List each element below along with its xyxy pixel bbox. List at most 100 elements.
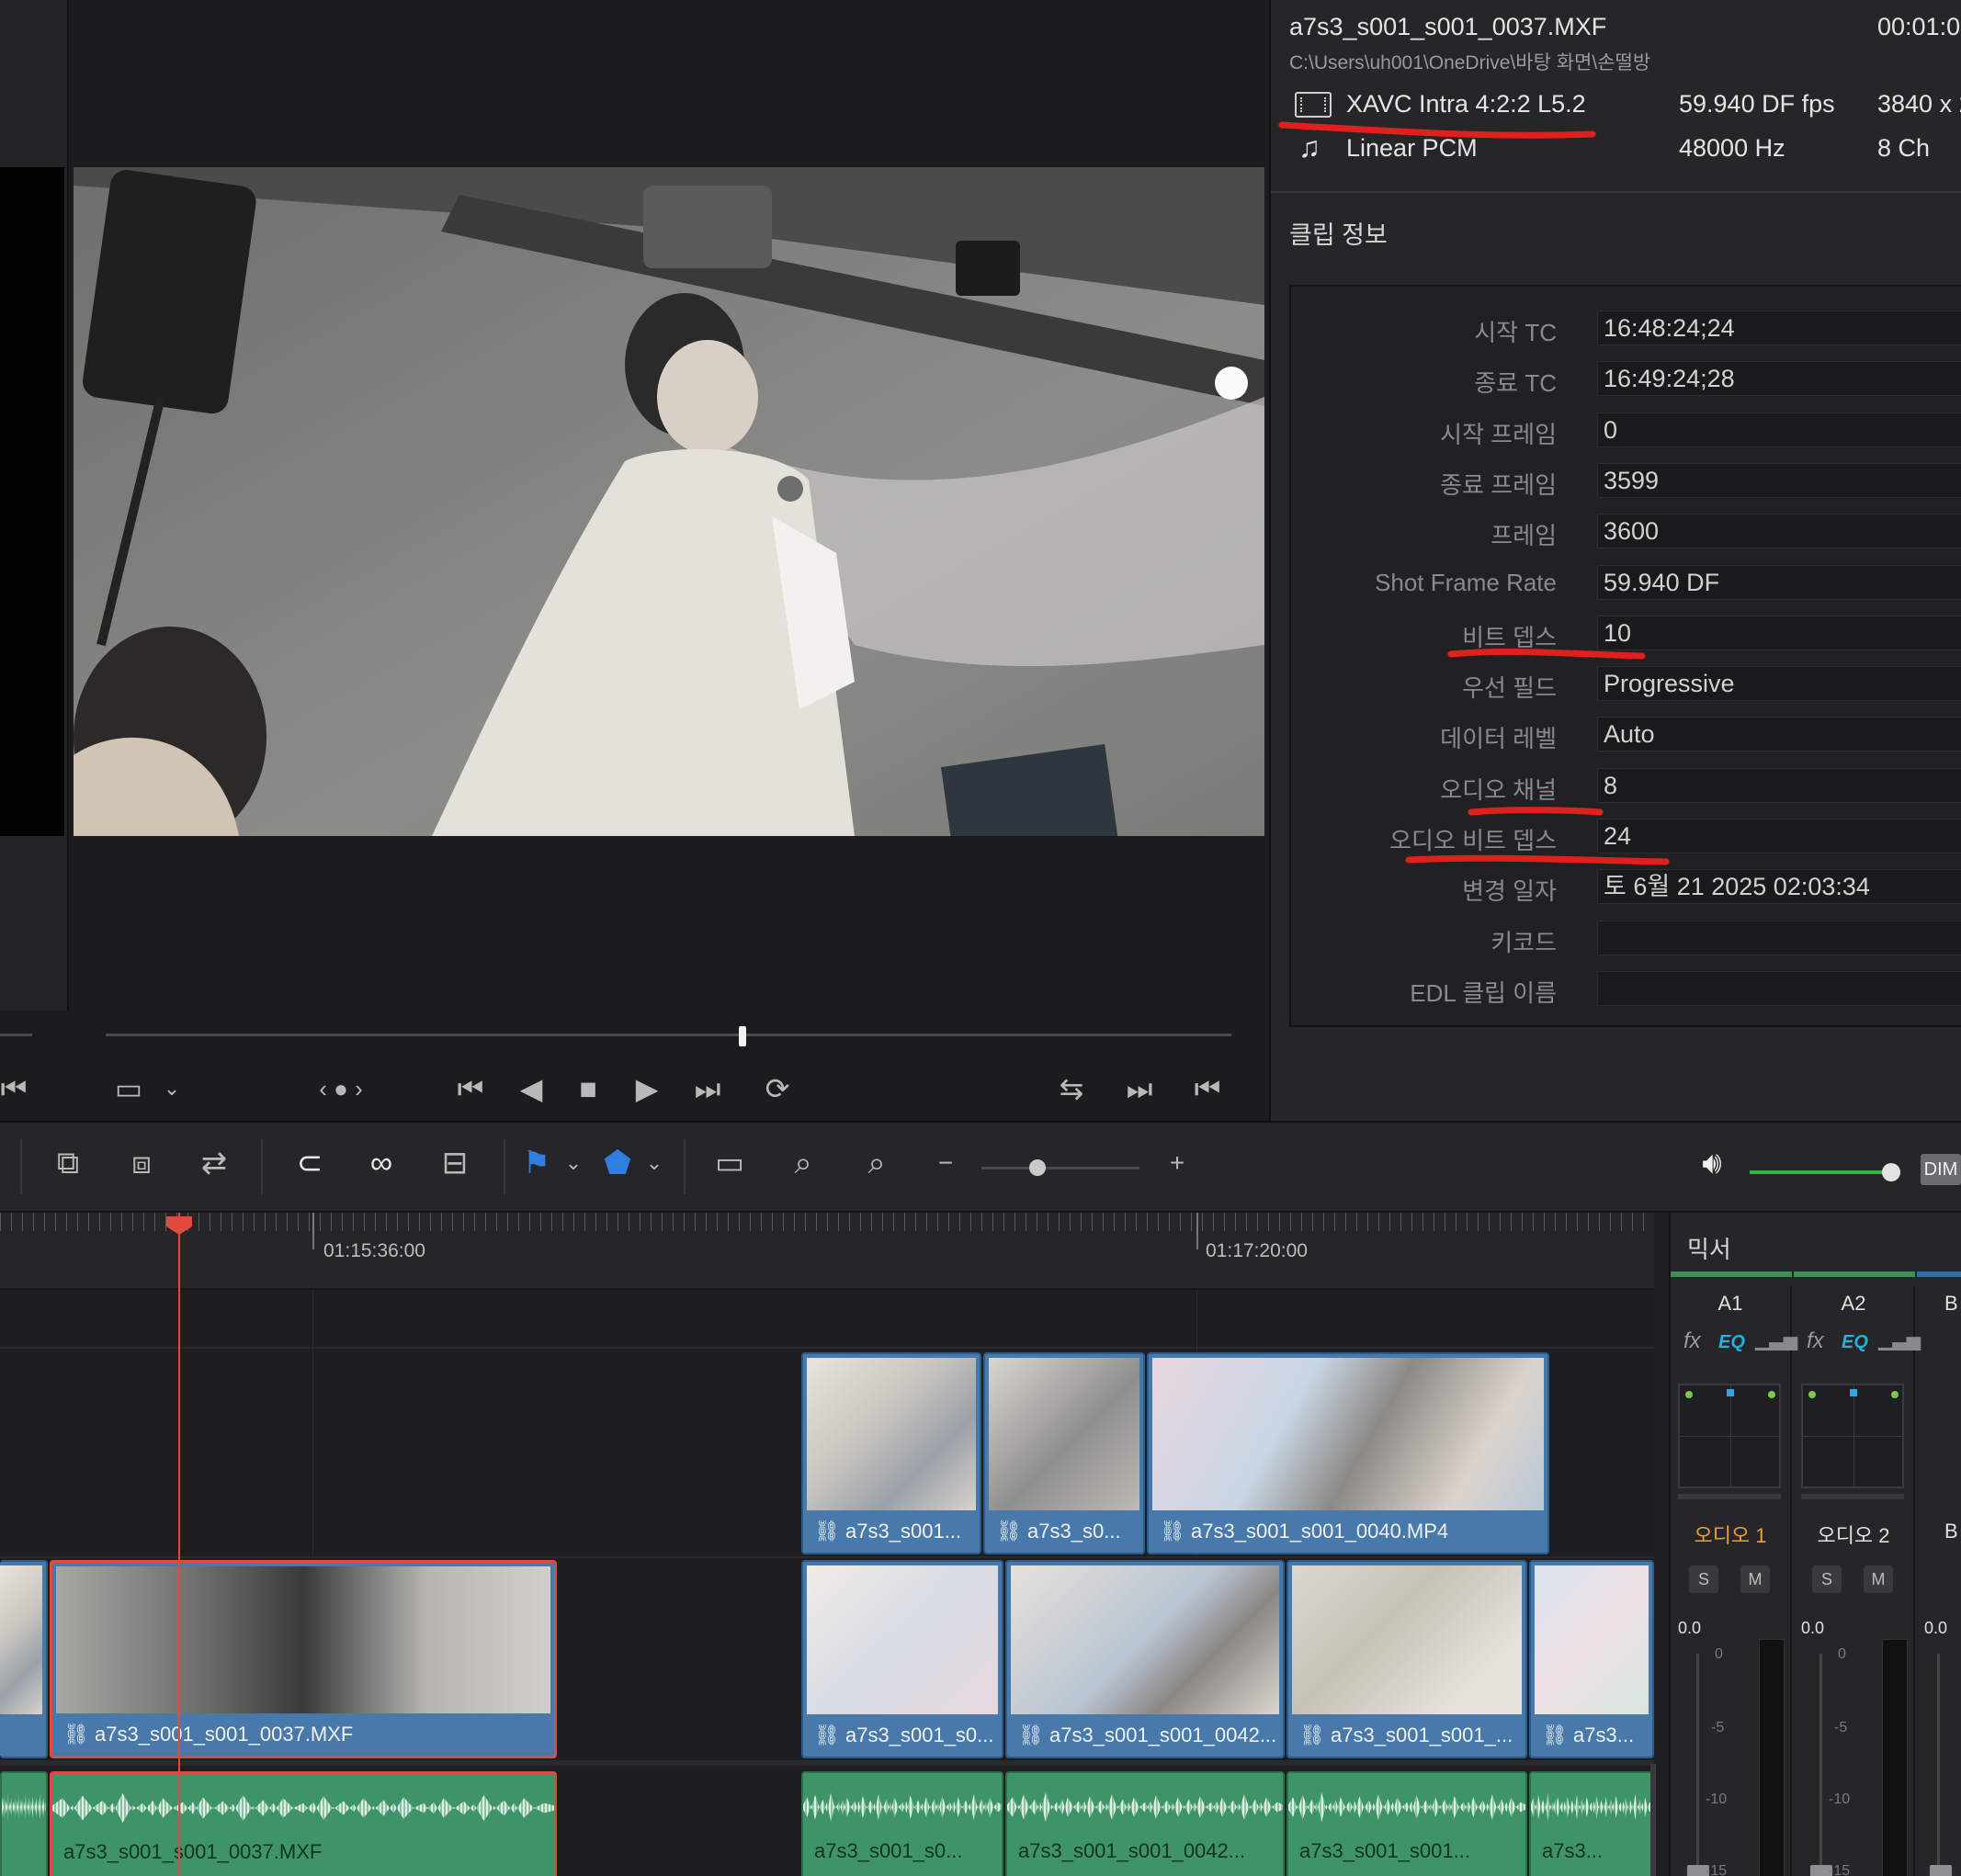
zoom-out-icon[interactable]: − — [930, 1141, 961, 1185]
timeline-clip[interactable]: ⛓︎ a7s3... — [1529, 1560, 1654, 1758]
play-icon[interactable]: ▶ — [630, 1070, 663, 1107]
replace-clip-icon[interactable]: ⇄ — [184, 1141, 244, 1185]
timeline-clip[interactable]: ⛓︎ a7s3_s001_s001_0040.MP4 — [1147, 1352, 1549, 1554]
scrub-handle[interactable] — [739, 1026, 746, 1046]
fx-button[interactable]: fx — [1807, 1328, 1824, 1354]
panner-control[interactable] — [1801, 1384, 1904, 1488]
scrub-bar[interactable] — [106, 1034, 1231, 1036]
timeline-clip[interactable]: ⛓︎ a7s3_s0... — [983, 1352, 1145, 1554]
timeline-panel[interactable]: 01:15:36:00 01:17:20:00 ⛓︎ a7s3_s001... … — [0, 1213, 1656, 1876]
toolbar-divider — [261, 1139, 263, 1194]
solo-button[interactable]: S — [1689, 1565, 1718, 1593]
video-frame-image — [74, 167, 1264, 836]
transform-overlay-icon[interactable]: ▭ — [108, 1070, 149, 1107]
volume-slider[interactable] — [1750, 1170, 1897, 1174]
audio-clip[interactable] — [0, 1771, 48, 1876]
mute-button[interactable]: M — [1864, 1565, 1893, 1593]
level-meter — [1882, 1639, 1908, 1876]
panner-control[interactable] — [1678, 1384, 1781, 1488]
audio-clip-selected[interactable]: a7s3_s001_s001_0037.MXF — [50, 1771, 557, 1876]
zoom-full-icon[interactable]: ▭ — [702, 1141, 757, 1185]
next-edit-icon[interactable]: ⏭ — [1123, 1070, 1156, 1107]
ruler-major-tick — [1196, 1213, 1198, 1249]
match-frame-icon[interactable]: ⇆ — [1049, 1070, 1094, 1107]
chevron-down-icon[interactable]: ⌄ — [158, 1070, 186, 1107]
solo-button[interactable]: S — [1812, 1565, 1842, 1593]
position-lock-icon[interactable]: ⊟ — [430, 1141, 480, 1185]
mixer-channel-colorbar — [1671, 1271, 1961, 1277]
fader-scale-label: -10 — [1706, 1791, 1728, 1807]
timeline-clip-selected[interactable]: ⛓︎ a7s3_s001_s001_0037.MXF — [50, 1560, 557, 1758]
toolbar-divider — [20, 1139, 22, 1194]
volume-handle[interactable] — [1882, 1163, 1900, 1181]
link-icon: ⛓︎ — [996, 1520, 1028, 1543]
audio-clip-name: a7s3_s001_s0... — [814, 1839, 963, 1862]
fader-handle[interactable] — [1930, 1865, 1952, 1876]
overwrite-clip-icon[interactable]: ⧈ — [114, 1141, 169, 1185]
video-preview-frame[interactable] — [74, 167, 1264, 836]
pan-bar — [1678, 1494, 1781, 1499]
loop-icon[interactable]: ⟳ — [755, 1070, 799, 1107]
insert-clip-icon[interactable]: ⧉ — [40, 1141, 96, 1185]
zoom-slider[interactable] — [981, 1167, 1139, 1170]
ruler-major-tick — [312, 1213, 314, 1249]
play-reverse-icon[interactable]: ◀ — [515, 1070, 548, 1107]
channel-level-readout: 0.0 — [1801, 1619, 1825, 1637]
speaker-icon[interactable]: 🔊︎ — [1689, 1141, 1735, 1185]
zoom-in-icon[interactable]: + — [1162, 1141, 1193, 1185]
audio-clip[interactable]: a7s3_s001_s0... — [801, 1771, 1003, 1876]
eq-button[interactable]: EQ — [1718, 1332, 1745, 1353]
clip-name-text: a7s3_s001_s001_0042... — [1049, 1723, 1277, 1746]
channel-name: B — [1944, 1520, 1958, 1543]
timeline-clip[interactable]: ⛓︎ a7s3_s001... — [801, 1352, 981, 1554]
clip-thumbnail — [0, 1565, 42, 1714]
linked-selection-icon[interactable]: ∞ — [357, 1141, 406, 1185]
last-frame-icon[interactable]: ⏭ — [686, 1070, 730, 1107]
dynamics-icon[interactable]: ▁▃▅ — [1878, 1328, 1921, 1351]
link-icon: ⛓︎ — [814, 1723, 846, 1746]
stop-icon[interactable]: ■ — [572, 1070, 605, 1107]
timeline-ruler[interactable]: 01:15:36:00 01:17:20:00 — [0, 1213, 1654, 1290]
fx-button[interactable]: fx — [1683, 1328, 1701, 1354]
audio-clip[interactable]: a7s3... — [1529, 1771, 1654, 1876]
fader-track — [1819, 1654, 1822, 1876]
zoom-detail-icon[interactable]: ⌕ — [776, 1141, 831, 1185]
clip-thumbnail — [807, 1565, 998, 1714]
timeline-clip[interactable]: ⛓︎ a7s3_s001_s0... — [801, 1560, 1003, 1758]
metadata-panel: a7s3_s001_s001_0037.MXF 00:01:00 C:\User… — [1269, 0, 1961, 1121]
audio-clip-name: a7s3_s001_s001_0037.MXF — [63, 1840, 323, 1863]
timeline-clip[interactable]: ⛓︎ a7s3_s001_s001_0042... — [1005, 1560, 1285, 1758]
source-scrub-bar[interactable] — [0, 1034, 32, 1036]
dim-button[interactable]: DIM — [1921, 1154, 1961, 1185]
first-frame-icon[interactable]: ⏮ — [448, 1070, 493, 1107]
chevron-down-icon[interactable]: ⌄ — [641, 1141, 667, 1185]
fader-scale-label: -5 — [1711, 1720, 1725, 1735]
audio-clip-name: a7s3... — [1542, 1839, 1604, 1862]
previous-edit-icon[interactable]: ⏮ — [1191, 1070, 1224, 1107]
clip-name: ⛓︎ a7s3_s001_s001_... — [1299, 1718, 1520, 1753]
volume-fill — [1750, 1170, 1891, 1174]
snapping-icon[interactable]: ⊂ — [285, 1141, 334, 1185]
timeline-scrollbar[interactable] — [1650, 1764, 1656, 1876]
audio-clip[interactable]: a7s3_s001_s001... — [1287, 1771, 1527, 1876]
timeline-clip[interactable]: ⛓︎ a7s3_s001_s001_... — [1287, 1560, 1527, 1758]
mute-button[interactable]: M — [1740, 1565, 1770, 1593]
audio-waveform — [1288, 1791, 1525, 1823]
marker-icon[interactable]: ⬟ — [601, 1141, 634, 1185]
mixer-strip-a1: A1 fx EQ ▁▃▅ 오디오 1 S M 0.0 0 -5 -10 -15 — [1671, 1286, 1797, 1876]
clip-name: ⛓︎ a7s3_s001... — [814, 1514, 974, 1549]
dynamics-icon[interactable]: ▁▃▅ — [1755, 1328, 1797, 1351]
source-jump-icon[interactable]: ⏮ — [0, 1070, 28, 1107]
clip-name-text: a7s3_s001_s001_0037.MXF — [95, 1723, 354, 1746]
playhead-line[interactable] — [178, 1213, 180, 1876]
flag-icon[interactable]: ⚑ — [520, 1141, 553, 1185]
zoom-custom-icon[interactable]: ⌕ — [849, 1141, 904, 1185]
zoom-slider-handle[interactable] — [1029, 1159, 1046, 1176]
jog-control[interactable]: ‹ ● › — [300, 1070, 382, 1107]
audio-clip[interactable]: a7s3_s001_s001_0042... — [1005, 1771, 1285, 1876]
audio-waveform — [2, 1791, 46, 1823]
eq-button[interactable]: EQ — [1842, 1332, 1868, 1353]
audio-waveform — [1531, 1791, 1652, 1823]
chevron-down-icon[interactable]: ⌄ — [561, 1141, 586, 1185]
timeline-clip[interactable] — [0, 1560, 48, 1758]
